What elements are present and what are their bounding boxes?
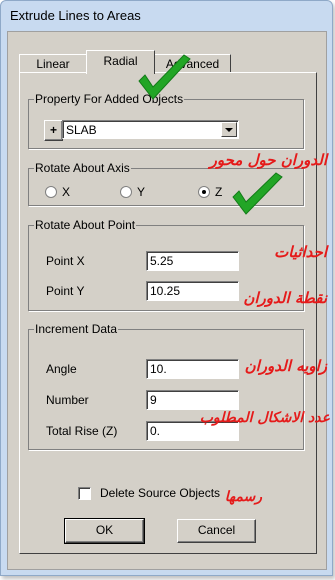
ok-button[interactable]: OK: [64, 518, 145, 544]
number-label: Number: [46, 393, 89, 407]
count-annotation-line1: عدد الاشكال المطلوب: [199, 410, 330, 426]
delete-source-label[interactable]: Delete Source Objects: [100, 486, 220, 500]
coords-annotation: احداثيات: [274, 243, 327, 261]
dropdown-arrow-button[interactable]: [221, 122, 237, 137]
dialog-window: Extrude Lines to Areas Linear Radial Adv…: [0, 0, 333, 576]
add-property-button[interactable]: +: [44, 120, 63, 141]
point-x-label: Point X: [46, 254, 85, 268]
angle-input[interactable]: 10.: [146, 359, 239, 379]
axis-y-label: Y: [137, 185, 146, 199]
number-input[interactable]: 9: [146, 390, 239, 410]
radial-tab-panel: Property For Added Objects + SLAB Rotate…: [19, 72, 317, 554]
title-bar[interactable]: Extrude Lines to Areas: [1, 1, 332, 31]
angle-annotation: زاويه الدوران: [244, 357, 327, 375]
axis-y-radio[interactable]: [120, 186, 132, 198]
axis-group-legend: Rotate About Axis: [35, 161, 130, 175]
point-y-input[interactable]: 10.25: [146, 281, 239, 301]
axis-z-label: Z: [215, 185, 223, 199]
point-y-label: Point Y: [46, 284, 85, 298]
chevron-down-icon: [225, 128, 233, 132]
point-group-legend: Rotate About Point: [35, 218, 136, 232]
delete-source-checkbox[interactable]: [78, 487, 91, 500]
radio-selected-dot: [202, 190, 206, 194]
axis-x-radio[interactable]: [45, 186, 57, 198]
axis-z-radio[interactable]: [198, 186, 210, 198]
axis-annotation: الدوران حول محور: [209, 151, 327, 169]
green-check-icon: [138, 54, 191, 100]
tab-radial-label: Radial: [103, 54, 138, 68]
increment-group-legend: Increment Data: [35, 322, 118, 336]
point-x-input[interactable]: 5.25: [146, 251, 239, 271]
green-check-icon: [232, 172, 283, 215]
window-title: Extrude Lines to Areas: [10, 8, 141, 23]
angle-label: Angle: [46, 362, 77, 376]
property-select[interactable]: SLAB: [62, 120, 239, 139]
count-annotation-line2: رسمها: [224, 489, 262, 505]
total-rise-label: Total Rise (Z): [46, 424, 118, 438]
tab-linear[interactable]: Linear: [19, 54, 87, 73]
axis-x-label: X: [62, 185, 71, 199]
property-select-value: SLAB: [66, 123, 97, 137]
center-annotation: نقطة الدوران: [243, 289, 327, 307]
cancel-button[interactable]: Cancel: [177, 519, 256, 543]
